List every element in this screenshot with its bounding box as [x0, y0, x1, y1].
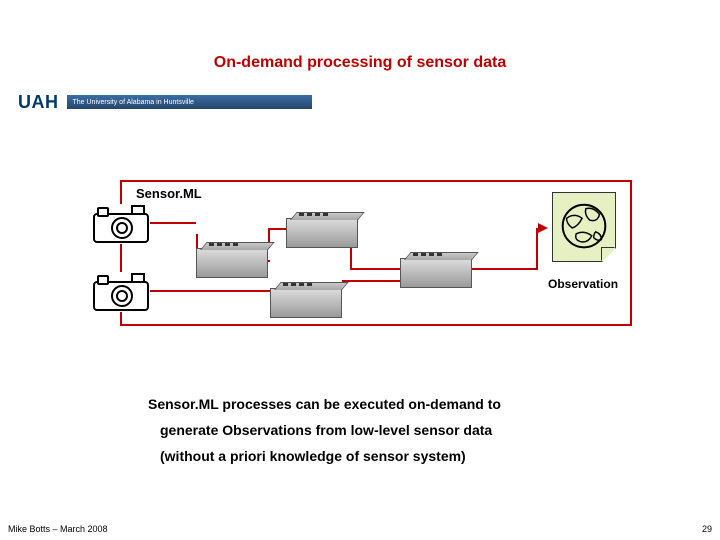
- uah-logo: UAH The University of Alabama in Huntsvi…: [12, 90, 312, 114]
- observation-output: [552, 192, 616, 262]
- process-node: [400, 258, 472, 288]
- footer-credit: Mike Botts – March 2008: [8, 524, 108, 534]
- camera-icon: [92, 272, 150, 312]
- process-node: [270, 288, 342, 318]
- body-line: Sensor.ML processes can be executed on-d…: [148, 396, 501, 412]
- flow-line: [536, 228, 538, 270]
- process-node: [196, 248, 268, 278]
- page-title: On-demand processing of sensor data: [0, 54, 720, 72]
- uah-logo-text: UAH: [12, 92, 65, 113]
- process-node: [286, 218, 358, 248]
- page-number: 29: [702, 524, 712, 534]
- flow-line: [150, 290, 270, 292]
- uah-logo-subtext: The University of Alabama in Huntsville: [67, 99, 194, 106]
- flow-line: [150, 222, 196, 224]
- flow-line: [350, 268, 402, 270]
- uah-logo-bar: The University of Alabama in Huntsville: [67, 95, 313, 109]
- flow-line: [342, 280, 402, 282]
- flow-arrow-icon: [538, 223, 548, 233]
- flow-line: [472, 268, 538, 270]
- observation-label: Observation: [546, 277, 620, 291]
- camera-icon: [92, 204, 150, 244]
- body-line: generate Observations from low-level sen…: [160, 422, 492, 438]
- sensorml-label: Sensor.ML: [136, 186, 202, 201]
- body-line: (without a priori knowledge of sensor sy…: [160, 448, 466, 464]
